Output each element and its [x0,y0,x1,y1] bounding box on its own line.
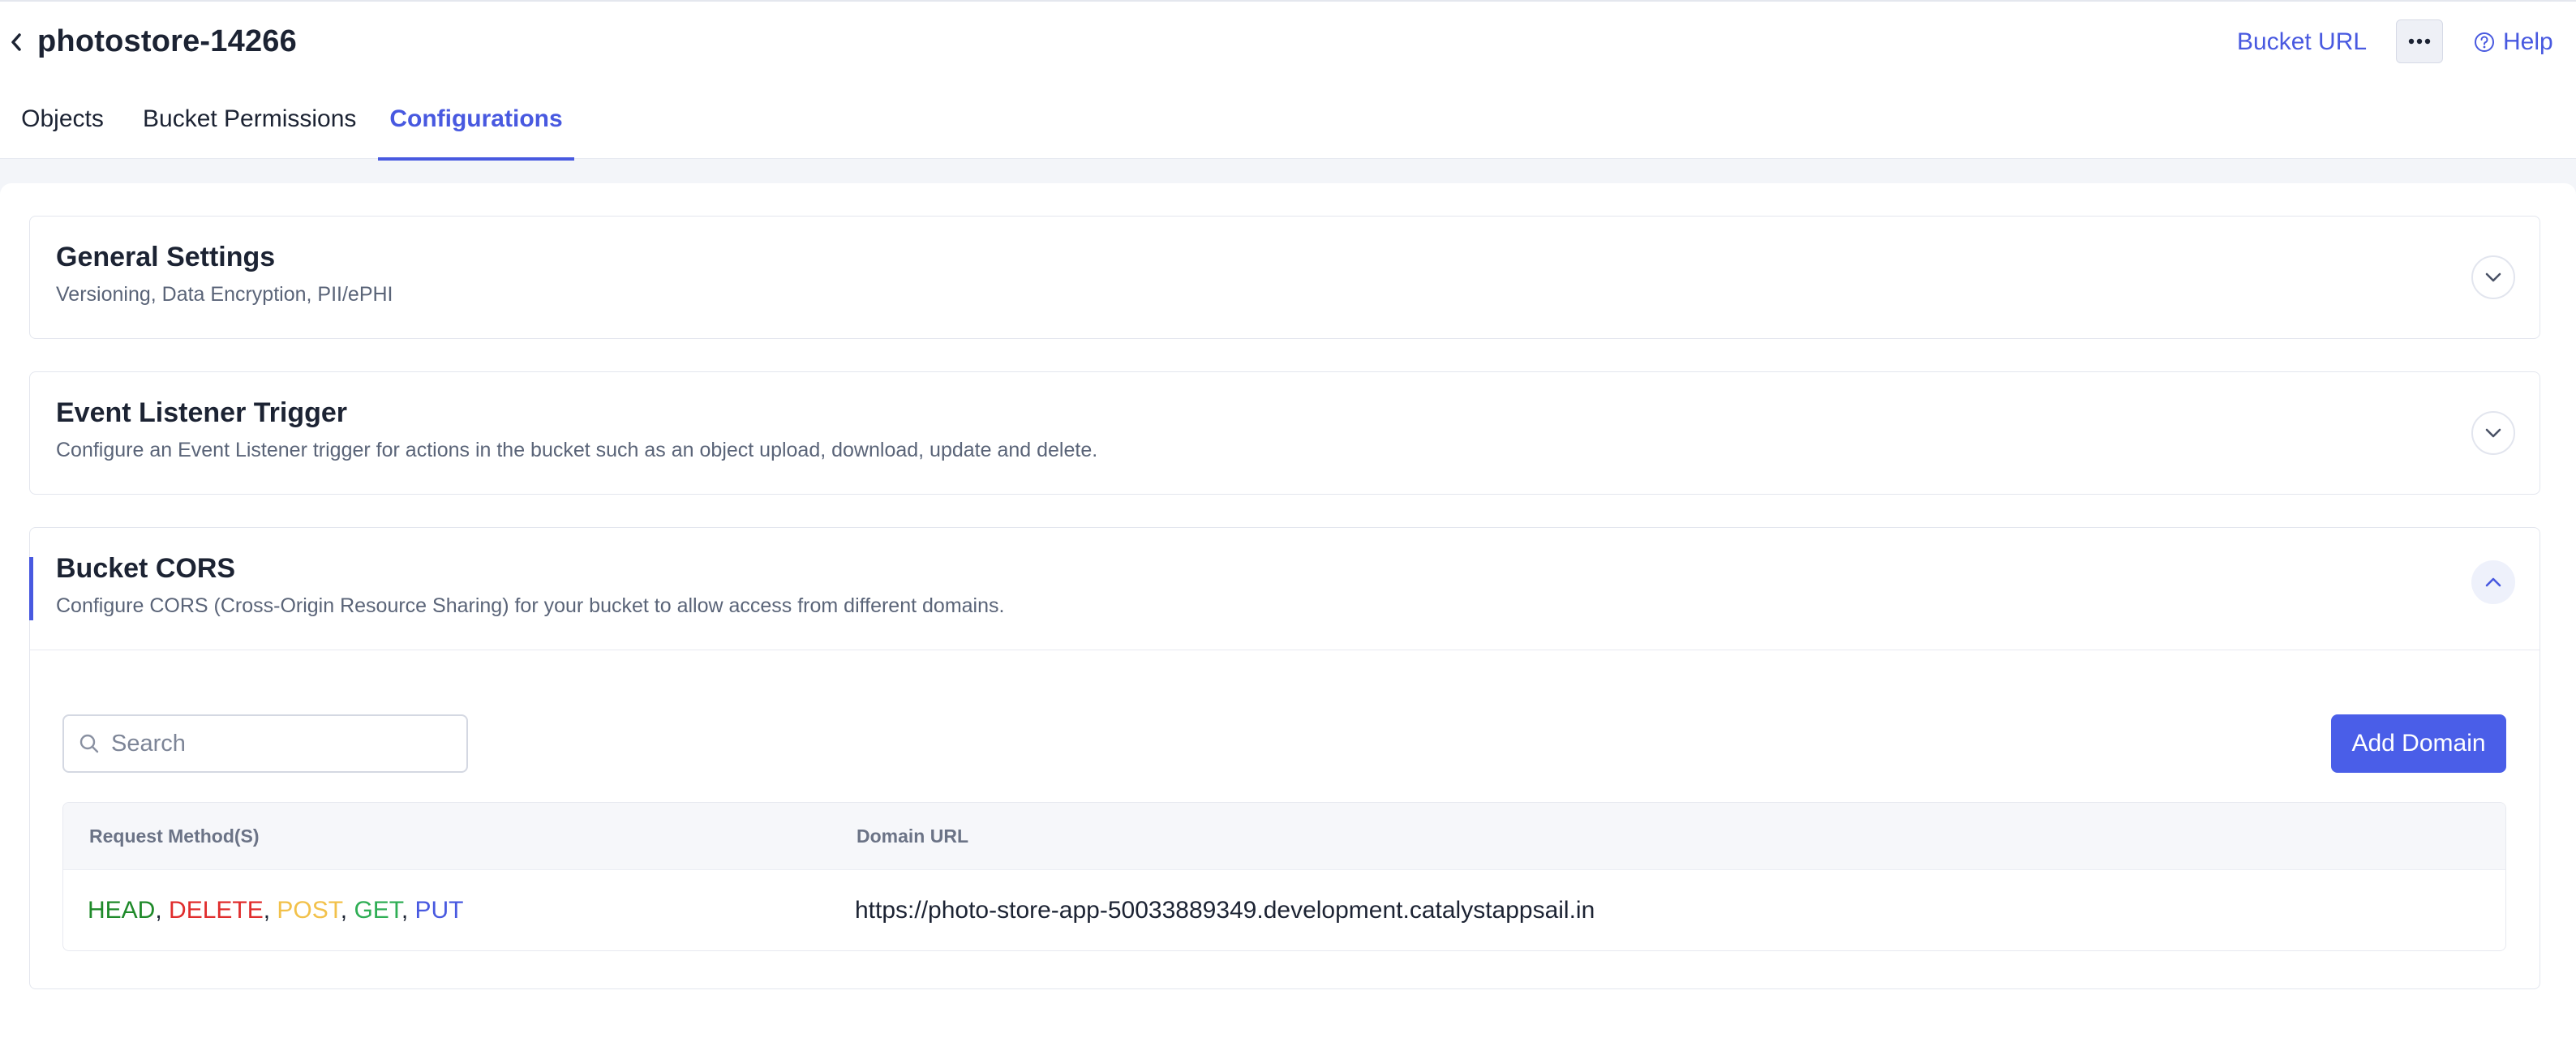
chevron-down-icon [2485,272,2501,282]
method-head: HEAD [88,897,156,924]
tab-objects[interactable]: Objects [19,91,105,161]
search-field[interactable] [62,714,468,773]
tab-bucket-permissions[interactable]: Bucket Permissions [143,91,356,161]
request-methods-cell: HEAD, DELETE, POST, GET, PUT [88,897,464,924]
section-title: General Settings [56,242,276,272]
chevron-down-icon [2485,428,2501,438]
method-delete: DELETE [169,897,264,924]
table-header: Request Method(S) Domain URL [63,803,2505,869]
method-get: GET [354,897,401,924]
more-options-button[interactable] [2396,19,2443,63]
method-post: POST [277,897,341,924]
search-icon [79,734,99,753]
chevron-up-icon [2485,577,2501,587]
event-listener-section: Event Listener Trigger Configure an Even… [29,371,2540,495]
event-listener-header[interactable]: Event Listener Trigger Configure an Even… [30,372,2540,494]
column-header-domain-url: Domain URL [857,825,968,847]
bucket-cors-section: Bucket CORS Configure CORS (Cross-Origin… [29,527,2540,989]
help-label: Help [2503,28,2553,55]
collapse-toggle[interactable] [2471,560,2515,604]
add-domain-button[interactable]: Add Domain [2331,714,2506,773]
help-circle-icon [2475,32,2494,52]
page-title: photostore-14266 [37,24,297,58]
bucket-url-link[interactable]: Bucket URL [2237,24,2367,60]
expand-toggle[interactable] [2471,255,2515,299]
tab-configurations[interactable]: Configurations [378,91,574,161]
section-title: Event Listener Trigger [56,397,347,428]
method-put: PUT [414,897,464,924]
table-row[interactable]: HEAD, DELETE, POST, GET, PUT https://pho… [63,869,2505,950]
bucket-cors-header[interactable]: Bucket CORS Configure CORS (Cross-Origin… [30,528,2540,650]
expand-toggle[interactable] [2471,411,2515,455]
section-title: Bucket CORS [56,553,236,584]
general-settings-section: General Settings Versioning, Data Encryp… [29,216,2540,339]
app-header: photostore-14266 Bucket URL Help Objects… [0,0,2576,161]
configurations-panel: General Settings Versioning, Data Encryp… [0,183,2576,1042]
back-button[interactable] [5,26,28,58]
chevron-left-icon [11,33,21,51]
section-description: Versioning, Data Encryption, PII/ePHI [56,283,393,306]
search-input[interactable] [111,730,436,757]
column-header-request-methods: Request Method(S) [89,825,260,847]
section-description: Configure CORS (Cross-Origin Resource Sh… [56,594,1005,617]
cors-table: Request Method(S) Domain URL HEAD, DELET… [62,802,2506,951]
section-description: Configure an Event Listener trigger for … [56,439,1098,461]
help-link[interactable]: Help [2474,24,2553,60]
general-settings-header[interactable]: General Settings Versioning, Data Encryp… [30,217,2540,338]
more-horizontal-icon [2408,38,2431,45]
domain-url-cell: https://photo-store-app-50033889349.deve… [855,897,1595,924]
